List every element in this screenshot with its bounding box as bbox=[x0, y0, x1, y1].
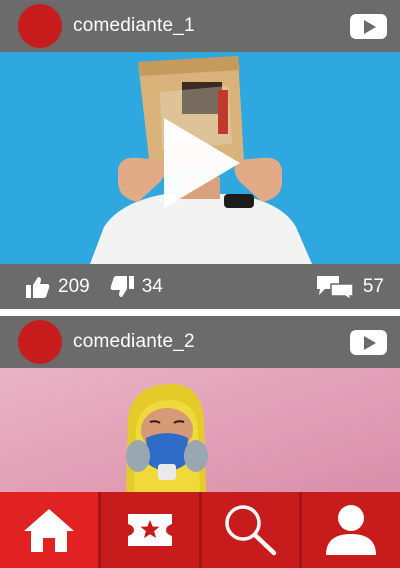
post-card: comediante_1 209 34 57 bbox=[0, 0, 400, 309]
video-thumbnail[interactable] bbox=[0, 52, 400, 264]
video-feed[interactable]: comediante_1 209 34 57 comediante_2 bbox=[0, 0, 400, 492]
post-username[interactable]: comediante_2 bbox=[73, 331, 195, 353]
nav-profile[interactable] bbox=[302, 492, 400, 568]
user-icon bbox=[326, 505, 377, 555]
avatar[interactable] bbox=[18, 320, 62, 364]
youtube-icon[interactable] bbox=[350, 330, 387, 355]
ticket-star-icon bbox=[127, 514, 172, 546]
like-button[interactable]: 209 bbox=[26, 276, 90, 298]
bottom-navigation bbox=[0, 492, 400, 568]
comments-button[interactable]: 57 bbox=[315, 274, 384, 300]
post-username[interactable]: comediante_1 bbox=[73, 15, 195, 37]
avatar[interactable] bbox=[18, 4, 62, 48]
post-header: comediante_1 bbox=[0, 0, 400, 52]
thumbnail-image bbox=[0, 368, 400, 492]
like-count: 209 bbox=[58, 275, 90, 297]
post-header: comediante_2 bbox=[0, 316, 400, 368]
play-icon[interactable] bbox=[160, 118, 240, 208]
search-icon bbox=[225, 505, 277, 556]
nav-search[interactable] bbox=[201, 492, 303, 568]
nav-tickets[interactable] bbox=[100, 492, 202, 568]
comments-icon bbox=[316, 275, 354, 300]
post-card: comediante_2 bbox=[0, 316, 400, 492]
nav-home[interactable] bbox=[0, 492, 101, 568]
home-icon bbox=[23, 509, 74, 552]
video-thumbnail[interactable] bbox=[0, 368, 400, 492]
youtube-icon[interactable] bbox=[350, 14, 387, 39]
thumbs-down-icon bbox=[110, 275, 134, 297]
dislike-button[interactable]: 34 bbox=[110, 275, 163, 298]
post-stats-bar: 209 34 57 bbox=[0, 264, 400, 309]
comment-count: 57 bbox=[362, 275, 384, 297]
thumbs-up-icon bbox=[26, 276, 50, 298]
dislike-count: 34 bbox=[141, 275, 163, 297]
